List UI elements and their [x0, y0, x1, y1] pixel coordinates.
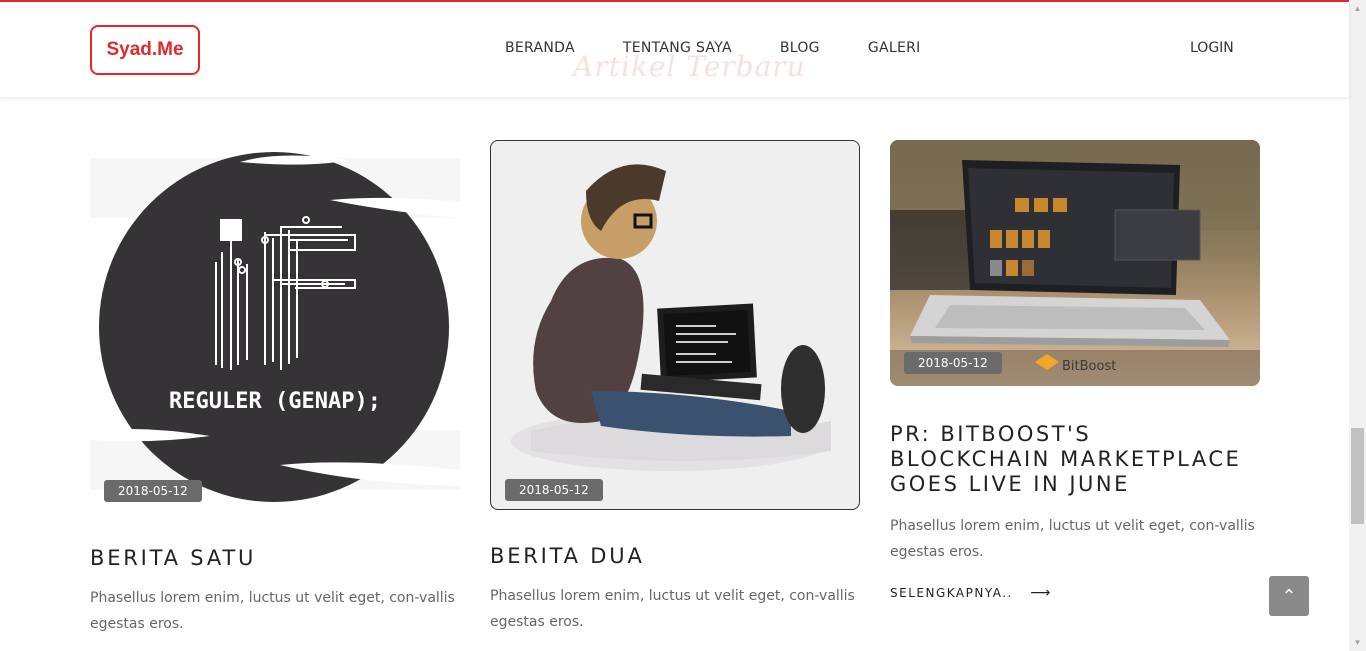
- back-to-top-button[interactable]: ⌃: [1269, 576, 1309, 616]
- main-nav: BERANDA TENTANG SAYA BLOG GALERI: [505, 40, 921, 56]
- scroll-down-arrow-icon[interactable]: ▼: [1349, 634, 1366, 651]
- date-badge: 2018-05-12: [904, 352, 1002, 374]
- article-title[interactable]: BERITA SATU: [90, 546, 460, 571]
- scroll-up-arrow-icon[interactable]: ▲: [1349, 0, 1366, 17]
- date-badge: 2018-05-12: [505, 479, 603, 501]
- article-card: REGULER (GENAP); 2018-05-12 BERITA SATU …: [90, 140, 460, 637]
- navbar: Syad.Me Artikel Terbaru BERANDA TENTANG …: [0, 2, 1349, 97]
- svg-text:REGULER (GENAP);: REGULER (GENAP);: [169, 389, 381, 414]
- read-more-link[interactable]: SELENGKAPNYA.. ⟶: [890, 585, 1260, 601]
- article-image[interactable]: 2018-05-12: [490, 140, 860, 510]
- scroll-thumb[interactable]: [1351, 428, 1364, 524]
- article-excerpt: Phasellus lorem enim, luctus ut velit eg…: [90, 590, 455, 632]
- bitboost-laptop-image: BitBoost: [890, 140, 1260, 386]
- nav-tentang-saya[interactable]: TENTANG SAYA: [623, 40, 732, 56]
- nav-blog[interactable]: BLOG: [780, 40, 820, 56]
- svg-text:BitBoost: BitBoost: [1062, 359, 1116, 374]
- reguler-logo-image: REGULER (GENAP);: [90, 152, 460, 502]
- read-more-label: SELENGKAPNYA..: [890, 586, 1013, 600]
- double-chevron-up-icon: ⌃: [1281, 585, 1297, 606]
- long-arrow-right-icon: ⟶: [1030, 585, 1052, 601]
- article-image[interactable]: REGULER (GENAP); 2018-05-12: [90, 140, 460, 510]
- article-card: 2018-05-12 BERITA DUA Phasellus lorem en…: [490, 140, 860, 635]
- logo[interactable]: Syad.Me: [90, 25, 200, 75]
- article-excerpt: Phasellus lorem enim, luctus ut velit eg…: [890, 518, 1255, 560]
- date-badge: 2018-05-12: [104, 480, 202, 502]
- article-title[interactable]: BERITA DUA: [490, 544, 860, 569]
- developer-illustration: [511, 164, 831, 471]
- page-scrollbar[interactable]: ▲ ▼: [1349, 0, 1366, 651]
- nav-galeri[interactable]: GALERI: [868, 40, 921, 56]
- nav-beranda[interactable]: BERANDA: [505, 40, 575, 56]
- article-image[interactable]: BitBoost 2018-05-12: [890, 140, 1260, 386]
- article-excerpt: Phasellus lorem enim, luctus ut velit eg…: [490, 588, 855, 630]
- login-link[interactable]: LOGIN: [1190, 40, 1234, 56]
- article-card: BitBoost 2018-05-12 PR: BITBOOST'S BLOCK…: [890, 140, 1260, 601]
- article-title[interactable]: PR: BITBOOST'S BLOCKCHAIN MARKETPLACE GO…: [890, 422, 1260, 497]
